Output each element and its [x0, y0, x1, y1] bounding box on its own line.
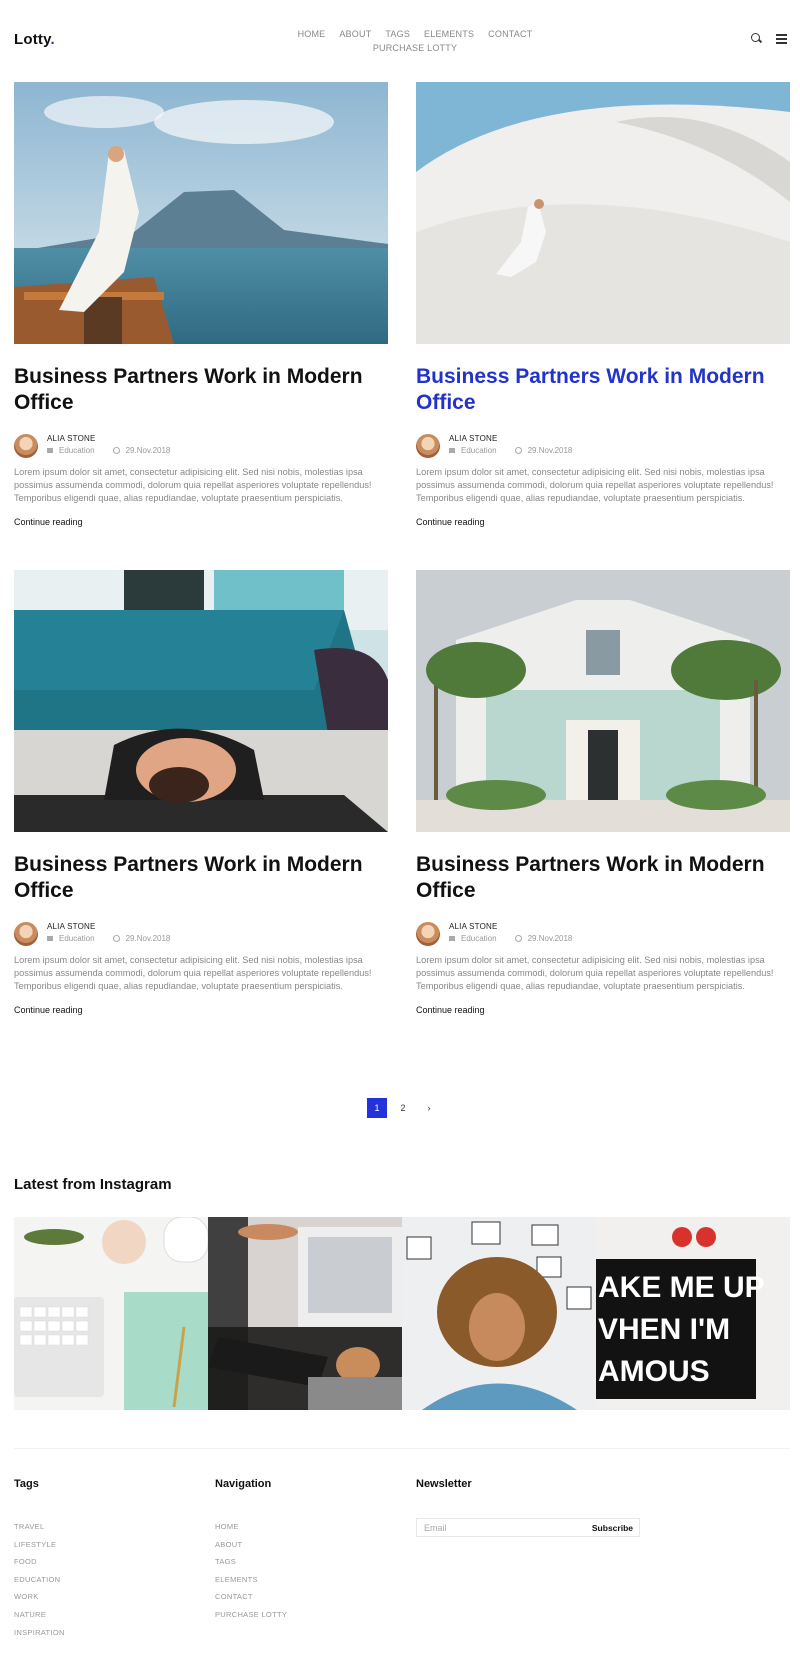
author-avatar: [416, 434, 440, 458]
tag-link[interactable]: LIFESTYLE: [14, 1536, 65, 1554]
footer-navigation: Navigation HOME ABOUT TAGS ELEMENTS CONT…: [215, 1478, 287, 1624]
post-date: 29.Nov.2018: [515, 446, 573, 455]
footer-divider: [14, 1448, 790, 1449]
post-excerpt: Lorem ipsum dolor sit amet, consectetur …: [14, 467, 372, 503]
main-nav: HOME ABOUT TAGS ELEMENTS CONTACT PURCHASE LO…: [280, 27, 550, 55]
post-excerpt: Lorem ipsum dolor sit amet, consectetur …: [14, 955, 372, 991]
post-title[interactable]: Business Partners Work in Modern Office: [14, 364, 388, 416]
nav-item-elements[interactable]: ELEMENTS: [424, 27, 474, 41]
post-image[interactable]: [416, 82, 790, 344]
site-header: Lotty. HOME ABOUT TAGS ELEMENTS CONTACT PURC…: [0, 0, 800, 80]
tag-link[interactable]: TRAVEL: [14, 1518, 65, 1536]
post-excerpt: Lorem ipsum dolor sit amet, consectetur …: [416, 955, 774, 991]
post-category[interactable]: Education: [449, 446, 497, 455]
instagram-photo[interactable]: [208, 1217, 402, 1410]
instagram-photo[interactable]: AKE ME UP VHEN I'M AMOUS: [596, 1217, 790, 1410]
post-author[interactable]: ALIA STONE: [449, 434, 498, 443]
continue-reading-link[interactable]: Continue reading: [14, 1005, 388, 1015]
post-author[interactable]: ALIA STONE: [47, 434, 96, 443]
post-title[interactable]: Business Partners Work in Modern Office: [416, 852, 790, 904]
author-avatar: [14, 922, 38, 946]
post-card: Business Partners Work in Modern Office …: [14, 570, 388, 1015]
footer-tags: Tags TRAVEL LIFESTYLE FOOD EDUCATION WOR…: [14, 1478, 65, 1641]
nav-item-about[interactable]: ABOUT: [339, 27, 371, 41]
post-category[interactable]: Education: [47, 446, 95, 455]
sign-text-line-1: AKE ME UP: [598, 1271, 765, 1304]
footer-nav-link[interactable]: ABOUT: [215, 1536, 287, 1554]
nav-item-tags[interactable]: TAGS: [385, 27, 410, 41]
post-title[interactable]: Business Partners Work in Modern Office: [416, 364, 790, 416]
site-logo[interactable]: Lotty.: [14, 31, 55, 48]
footer-nav-link[interactable]: TAGS: [215, 1553, 287, 1571]
tag-link[interactable]: NATURE: [14, 1606, 65, 1624]
tag-link[interactable]: INSPIRATION: [14, 1624, 65, 1642]
continue-reading-link[interactable]: Continue reading: [416, 517, 790, 527]
post-card: Business Partners Work in Modern Office …: [416, 570, 790, 1015]
email-field[interactable]: Email: [424, 1523, 447, 1533]
instagram-photo[interactable]: [14, 1217, 208, 1410]
tag-link[interactable]: WORK: [14, 1588, 65, 1606]
instagram-photo[interactable]: [402, 1217, 596, 1410]
footer-newsletter: Newsletter Email Subscribe: [416, 1478, 640, 1537]
nav-item-contact[interactable]: CONTACT: [488, 27, 532, 41]
instagram-title: Latest from Instagram: [14, 1176, 172, 1193]
footer-navigation-title: Navigation: [215, 1478, 272, 1490]
menu-icon[interactable]: [776, 32, 788, 44]
pagination: 1 2 ›: [367, 1098, 439, 1118]
post-card: Business Partners Work in Modern Office …: [14, 82, 388, 527]
footer-nav-link[interactable]: PURCHASE LOTTY: [215, 1606, 287, 1624]
newsletter-form: Email Subscribe: [416, 1518, 640, 1537]
subscribe-button[interactable]: Subscribe: [592, 1523, 633, 1533]
tag-link[interactable]: EDUCATION: [14, 1571, 65, 1589]
continue-reading-link[interactable]: Continue reading: [416, 1005, 790, 1015]
post-date: 29.Nov.2018: [515, 934, 573, 943]
sign-text-line-3: AMOUS: [598, 1355, 710, 1388]
tag-link[interactable]: FOOD: [14, 1553, 65, 1571]
footer-newsletter-title: Newsletter: [416, 1478, 472, 1490]
next-page-button[interactable]: ›: [419, 1098, 439, 1118]
post-category[interactable]: Education: [47, 934, 95, 943]
instagram-grid: AKE ME UP VHEN I'M AMOUS: [14, 1217, 790, 1410]
footer-nav-link[interactable]: ELEMENTS: [215, 1571, 287, 1589]
footer-tags-title: Tags: [14, 1478, 39, 1490]
sign-text-line-2: VHEN I'M: [598, 1313, 730, 1346]
footer-nav-link[interactable]: HOME: [215, 1518, 287, 1536]
nav-item-purchase[interactable]: PURCHASE LOTTY: [373, 41, 457, 55]
post-author[interactable]: ALIA STONE: [449, 922, 498, 931]
post-date: 29.Nov.2018: [113, 934, 171, 943]
search-icon[interactable]: [750, 32, 762, 44]
page-1-button[interactable]: 1: [367, 1098, 387, 1118]
post-image[interactable]: [14, 570, 388, 832]
post-category[interactable]: Education: [449, 934, 497, 943]
post-title[interactable]: Business Partners Work in Modern Office: [14, 852, 388, 904]
page-2-button[interactable]: 2: [393, 1098, 413, 1118]
post-author[interactable]: ALIA STONE: [47, 922, 96, 931]
post-card: Business Partners Work in Modern Office …: [416, 82, 790, 527]
post-image[interactable]: [416, 570, 790, 832]
continue-reading-link[interactable]: Continue reading: [14, 517, 388, 527]
post-date: 29.Nov.2018: [113, 446, 171, 455]
author-avatar: [416, 922, 440, 946]
author-avatar: [14, 434, 38, 458]
post-excerpt: Lorem ipsum dolor sit amet, consectetur …: [416, 467, 774, 503]
nav-item-home[interactable]: HOME: [298, 27, 326, 41]
footer-nav-link[interactable]: CONTACT: [215, 1588, 287, 1606]
post-image[interactable]: [14, 82, 388, 344]
